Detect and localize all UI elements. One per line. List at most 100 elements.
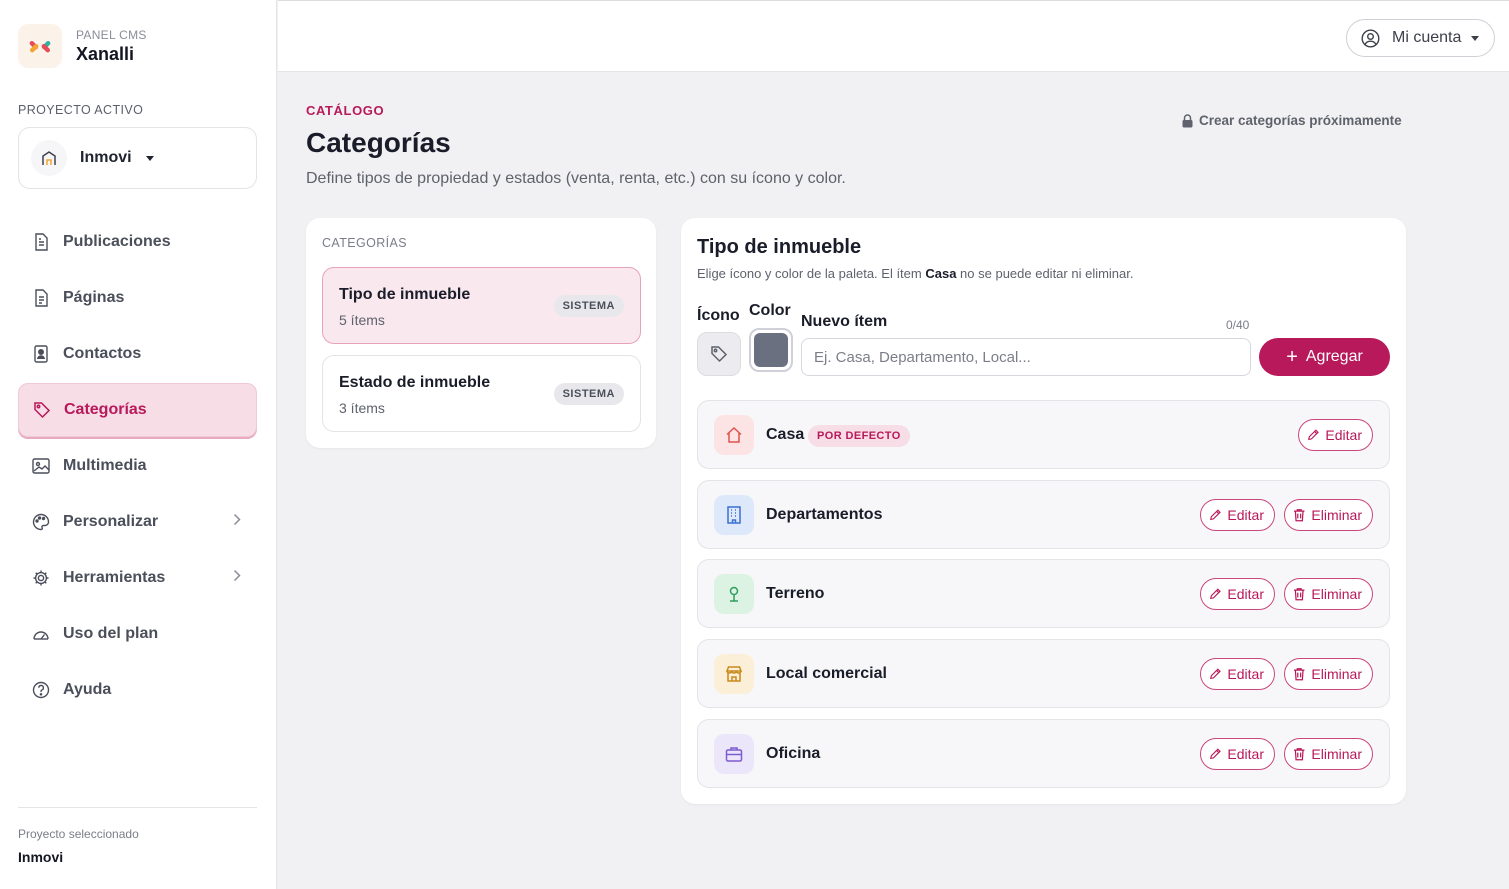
brand-subtitle: PANEL CMS (76, 27, 147, 42)
help-icon (32, 681, 50, 699)
top-bar: Mi cuenta (278, 0, 1509, 72)
item-row-local-comercial: Local comercial Editar Eliminar (697, 639, 1390, 708)
brand[interactable]: PANEL CMS Xanalli (18, 24, 147, 68)
nav-item-contactos[interactable]: Contactos (18, 326, 257, 382)
new-item-input[interactable] (801, 338, 1251, 376)
icon-picker-button[interactable] (697, 332, 741, 376)
delete-label: Eliminar (1311, 586, 1362, 602)
nav-item-uso-del-plan[interactable]: Uso del plan (18, 606, 257, 662)
nav-item-ayuda[interactable]: Ayuda (18, 662, 257, 718)
category-items-panel: Tipo de inmueble Elige ícono y color de … (681, 218, 1406, 804)
nav-label: Categorías (64, 401, 147, 418)
trash-icon (1293, 668, 1305, 681)
nav-item-herramientas[interactable]: Herramientas (18, 550, 257, 606)
project-selector[interactable]: Inmovi (18, 127, 257, 189)
image-icon (32, 457, 50, 475)
add-button-label: Agregar (1305, 348, 1363, 365)
delete-button[interactable]: Eliminar (1284, 738, 1373, 770)
plus-icon: + (1286, 346, 1298, 368)
delete-label: Eliminar (1311, 666, 1362, 682)
nav-label: Uso del plan (63, 625, 159, 642)
trash-icon (1293, 748, 1305, 761)
categories-card: CATEGORÍAS Tipo de inmueble 5 ítems SIST… (306, 218, 656, 448)
lock-icon (1182, 113, 1193, 127)
chevron-right-icon (233, 513, 241, 531)
trash-icon (1293, 509, 1305, 522)
gear-icon (32, 569, 50, 587)
category-name: Estado de inmueble (339, 374, 491, 391)
sidebar-divider (18, 807, 257, 808)
edit-button[interactable]: Editar (1298, 419, 1373, 451)
system-badge: SISTEMA (553, 383, 624, 405)
gauge-icon (32, 625, 50, 643)
edit-button[interactable]: Editar (1200, 578, 1275, 610)
store-icon (714, 654, 754, 694)
document-icon (32, 233, 50, 251)
system-badge: SISTEMA (553, 295, 624, 317)
nav-label: Personalizar (63, 513, 159, 530)
delete-label: Eliminar (1311, 507, 1362, 523)
trash-icon (1293, 588, 1305, 601)
building-icon (714, 495, 754, 535)
pencil-icon (1210, 509, 1221, 521)
edit-button[interactable]: Editar (1200, 499, 1275, 531)
edit-button[interactable]: Editar (1200, 738, 1275, 770)
user-circle-icon (1361, 28, 1380, 48)
coming-soon-text: Crear categorías próximamente (1199, 113, 1402, 128)
new-item-label: Nuevo ítem (801, 313, 888, 330)
item-row-terreno: Terreno Editar Eliminar (697, 559, 1390, 628)
edit-label: Editar (1227, 507, 1264, 523)
category-item-tipo-de-inmueble[interactable]: Tipo de inmueble 5 ítems SISTEMA (322, 267, 641, 344)
category-count: 3 ítems (339, 400, 385, 416)
pencil-icon (1210, 588, 1221, 600)
color-picker-button[interactable] (749, 328, 793, 372)
category-name: Tipo de inmueble (339, 286, 471, 303)
project-house-icon (31, 140, 67, 176)
item-name: Local comercial (766, 665, 887, 682)
nav-item-categorias[interactable]: Categorías (18, 383, 257, 437)
nav-item-personalizar[interactable]: Personalizar (18, 494, 257, 550)
project-name: Inmovi (80, 149, 132, 166)
active-project-label: PROYECTO ACTIVO (18, 103, 144, 117)
selected-project-value: Inmovi (18, 849, 64, 865)
item-row-casa: Casa POR DEFECTO Editar (697, 400, 1390, 469)
item-name: Departamentos (766, 506, 883, 523)
categories-card-title: CATEGORÍAS (322, 236, 408, 250)
add-item-button[interactable]: + Agregar (1259, 338, 1390, 376)
sidebar: PANEL CMS Xanalli PROYECTO ACTIVO Inmovi… (0, 0, 277, 889)
contact-card-icon (32, 345, 50, 363)
nav-item-paginas[interactable]: Páginas (18, 270, 257, 326)
page-icon (32, 289, 50, 307)
color-field-label: Color (749, 302, 791, 319)
delete-button[interactable]: Eliminar (1284, 578, 1373, 610)
account-label: Mi cuenta (1392, 29, 1462, 46)
item-row-departamentos: Departamentos Editar Eliminar (697, 480, 1390, 549)
item-name: Casa (766, 426, 805, 443)
color-swatch (754, 333, 788, 367)
delete-label: Eliminar (1311, 746, 1362, 762)
nav-label: Ayuda (63, 681, 112, 698)
pencil-icon (1210, 668, 1221, 680)
account-menu-button[interactable]: Mi cuenta (1346, 19, 1495, 57)
caret-down-icon (1471, 35, 1480, 41)
item-name: Oficina (766, 745, 821, 762)
delete-button[interactable]: Eliminar (1284, 658, 1373, 690)
category-item-estado-de-inmueble[interactable]: Estado de inmueble 3 ítems SISTEMA (322, 355, 641, 432)
coming-soon-note: Crear categorías próximamente (1182, 113, 1402, 128)
edit-label: Editar (1227, 746, 1264, 762)
delete-button[interactable]: Eliminar (1284, 499, 1373, 531)
pencil-icon (1210, 748, 1221, 760)
nav-item-publicaciones[interactable]: Publicaciones (18, 214, 257, 270)
nav-label: Contactos (63, 345, 142, 362)
char-counter: 0/40 (1226, 318, 1250, 332)
xanalli-logo-icon (18, 24, 62, 68)
edit-button[interactable]: Editar (1200, 658, 1275, 690)
brand-name: Xanalli (76, 43, 135, 64)
house-icon (714, 415, 754, 455)
page-title: Categorías (306, 127, 451, 158)
default-badge: POR DEFECTO (808, 425, 910, 447)
pencil-icon (1308, 429, 1319, 441)
nav-label: Multimedia (63, 457, 147, 474)
edit-label: Editar (1325, 427, 1362, 443)
nav-item-multimedia[interactable]: Multimedia (18, 438, 257, 494)
